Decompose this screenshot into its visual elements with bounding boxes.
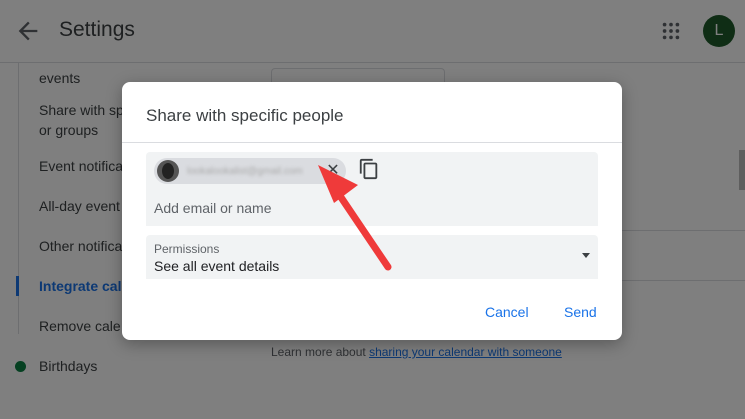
dropdown-caret-icon	[582, 253, 590, 258]
chip-avatar	[157, 160, 179, 182]
permissions-value: See all event details	[154, 258, 280, 274]
dialog-title: Share with specific people	[146, 106, 344, 125]
cancel-button[interactable]: Cancel	[479, 300, 535, 324]
annotation-arrow-icon	[318, 165, 392, 271]
permissions-label: Permissions	[154, 242, 220, 256]
send-button[interactable]: Send	[558, 300, 603, 324]
dialog-divider	[122, 142, 622, 143]
